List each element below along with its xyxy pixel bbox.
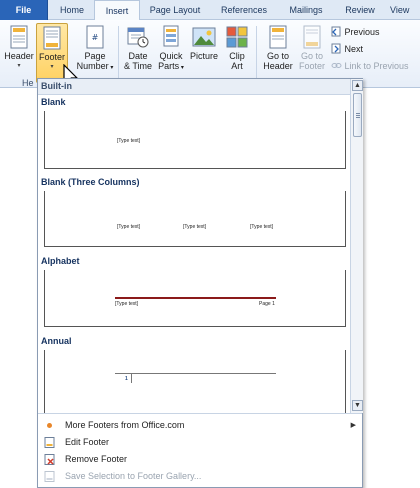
footer-preview-blank-three-columns[interactable]: [Type text] [Type text] [Type text] xyxy=(44,191,346,247)
alphabet-rule xyxy=(115,297,276,299)
tab-page-layout[interactable]: Page Layout xyxy=(143,0,207,20)
picture-label: Picture xyxy=(189,51,218,61)
ribbon-tab-bar: File Home Insert Page Layout References … xyxy=(0,0,420,21)
quick-parts-icon xyxy=(163,25,179,47)
header-button[interactable]: Header ▾ xyxy=(3,23,35,83)
page-number-text: 1 xyxy=(125,376,128,382)
quick-parts-label-line1: Quick xyxy=(159,51,183,61)
link-to-previous-button[interactable]: Link to Previous xyxy=(331,58,409,74)
placeholder-text: [Type text] xyxy=(117,224,141,230)
link-icon xyxy=(331,63,342,68)
save-selection-menu-item[interactable]: Save Selection to Footer Gallery... xyxy=(38,468,362,485)
scroll-down-arrow-icon[interactable]: ▼ xyxy=(352,400,363,411)
footer-menu-commands: More Footers from Office.com ▶ Edit Foot… xyxy=(38,413,362,487)
footer-button-label: Footer xyxy=(38,52,65,62)
placeholder-text: [Type text] xyxy=(250,224,274,230)
page-number-label-line2: Number xyxy=(76,61,109,71)
footer-icon xyxy=(43,26,61,50)
ribbon-group-label: He xyxy=(22,78,34,88)
page-number-label-line1: Page xyxy=(84,51,106,61)
go-to-header-label-line2: Header xyxy=(263,61,293,71)
go-to-header-button[interactable]: Go to Header xyxy=(260,23,296,83)
footer-gallery: Built-in Blank [Type text] Blank (Three … xyxy=(38,79,350,413)
header-icon xyxy=(10,25,28,49)
edit-footer-menu-item[interactable]: Edit Footer xyxy=(38,434,362,451)
more-footers-menu-item[interactable]: More Footers from Office.com ▶ xyxy=(38,417,362,434)
header-dropdown-arrow: ▾ xyxy=(17,63,21,69)
placeholder-text: [Type text] xyxy=(183,224,207,230)
gallery-scrollbar[interactable]: ▲ ▼ xyxy=(350,79,363,413)
clip-art-label-line1: Clip xyxy=(229,51,245,61)
scroll-thumb[interactable] xyxy=(353,93,362,137)
submenu-arrow-icon: ▶ xyxy=(350,422,356,429)
link-to-previous-label: Link to Previous xyxy=(344,61,409,71)
previous-button[interactable]: Previous xyxy=(331,24,380,40)
go-to-footer-label-line1: Go to xyxy=(300,51,323,61)
clip-art-icon xyxy=(226,26,248,48)
date-time-button[interactable]: Date & Time xyxy=(121,23,155,83)
scroll-up-arrow-icon[interactable]: ▲ xyxy=(352,80,363,91)
office-online-icon xyxy=(47,423,52,428)
next-label: Next xyxy=(344,44,364,54)
previous-icon xyxy=(331,26,341,37)
remove-footer-menu-item[interactable]: Remove Footer xyxy=(38,451,362,468)
tab-home[interactable]: Home xyxy=(50,0,94,20)
next-button[interactable]: Next xyxy=(331,41,363,57)
save-selection-label: Save Selection to Footer Gallery... xyxy=(65,471,202,481)
remove-footer-icon xyxy=(44,454,55,465)
more-footers-label: More Footers from Office.com xyxy=(65,420,185,430)
next-icon xyxy=(331,43,341,54)
previous-label: Previous xyxy=(344,27,380,37)
tab-insert[interactable]: Insert xyxy=(94,0,140,21)
page-number-button[interactable]: # Page Number ▾ xyxy=(75,23,115,83)
date-time-label-line1: Date xyxy=(128,51,148,61)
gallery-section-title: Alphabet xyxy=(41,256,80,266)
gallery-section-title: Blank (Three Columns) xyxy=(41,177,140,187)
edit-footer-icon xyxy=(44,437,55,448)
placeholder-text: [Type text] xyxy=(115,301,139,307)
picture-icon xyxy=(192,27,216,47)
save-selection-icon xyxy=(44,471,55,482)
go-to-footer-label-line2: Footer xyxy=(298,61,325,71)
footer-gallery-dropdown: Built-in Blank [Type text] Blank (Three … xyxy=(37,78,363,488)
footer-preview-blank[interactable]: [Type text] xyxy=(44,111,346,169)
tab-references[interactable]: References xyxy=(214,0,274,20)
page-number-icon: # xyxy=(86,25,104,49)
gallery-section-title: Blank xyxy=(41,97,66,107)
go-to-footer-icon xyxy=(303,25,321,49)
placeholder-text: [Type text] xyxy=(117,138,141,144)
remove-footer-label: Remove Footer xyxy=(65,454,128,464)
page-number-text: Page 1 xyxy=(259,301,275,307)
quick-parts-button[interactable]: Quick Parts ▾ xyxy=(155,23,187,83)
tab-file[interactable]: File xyxy=(0,0,48,20)
tab-view[interactable]: View xyxy=(390,0,420,20)
calendar-clock-icon xyxy=(127,27,149,48)
svg-text:#: # xyxy=(92,33,99,42)
ribbon-separator xyxy=(256,26,257,82)
edit-footer-label: Edit Footer xyxy=(65,437,110,447)
builtin-section-header: Built-in xyxy=(38,79,350,95)
ribbon-separator xyxy=(118,26,119,82)
quick-parts-label-line2: Parts xyxy=(158,61,180,71)
annual-rule xyxy=(115,373,276,374)
tab-mailings[interactable]: Mailings xyxy=(280,0,332,20)
gallery-section-title: Annual xyxy=(41,336,72,346)
clip-art-button[interactable]: Clip Art xyxy=(222,23,252,83)
footer-preview-alphabet[interactable]: [Type text] Page 1 xyxy=(44,270,346,327)
picture-button[interactable]: Picture xyxy=(188,23,220,83)
annual-divider xyxy=(131,373,132,383)
footer-preview-annual[interactable]: 1 xyxy=(44,350,346,413)
header-button-label: Header xyxy=(4,51,34,61)
go-to-footer-button[interactable]: Go to Footer xyxy=(296,23,328,83)
go-to-header-icon xyxy=(269,25,287,49)
clip-art-label-line2: Art xyxy=(231,61,243,71)
tab-review[interactable]: Review xyxy=(338,0,382,20)
go-to-header-label-line1: Go to xyxy=(266,51,289,61)
date-time-label-line2: & Time xyxy=(123,61,152,71)
